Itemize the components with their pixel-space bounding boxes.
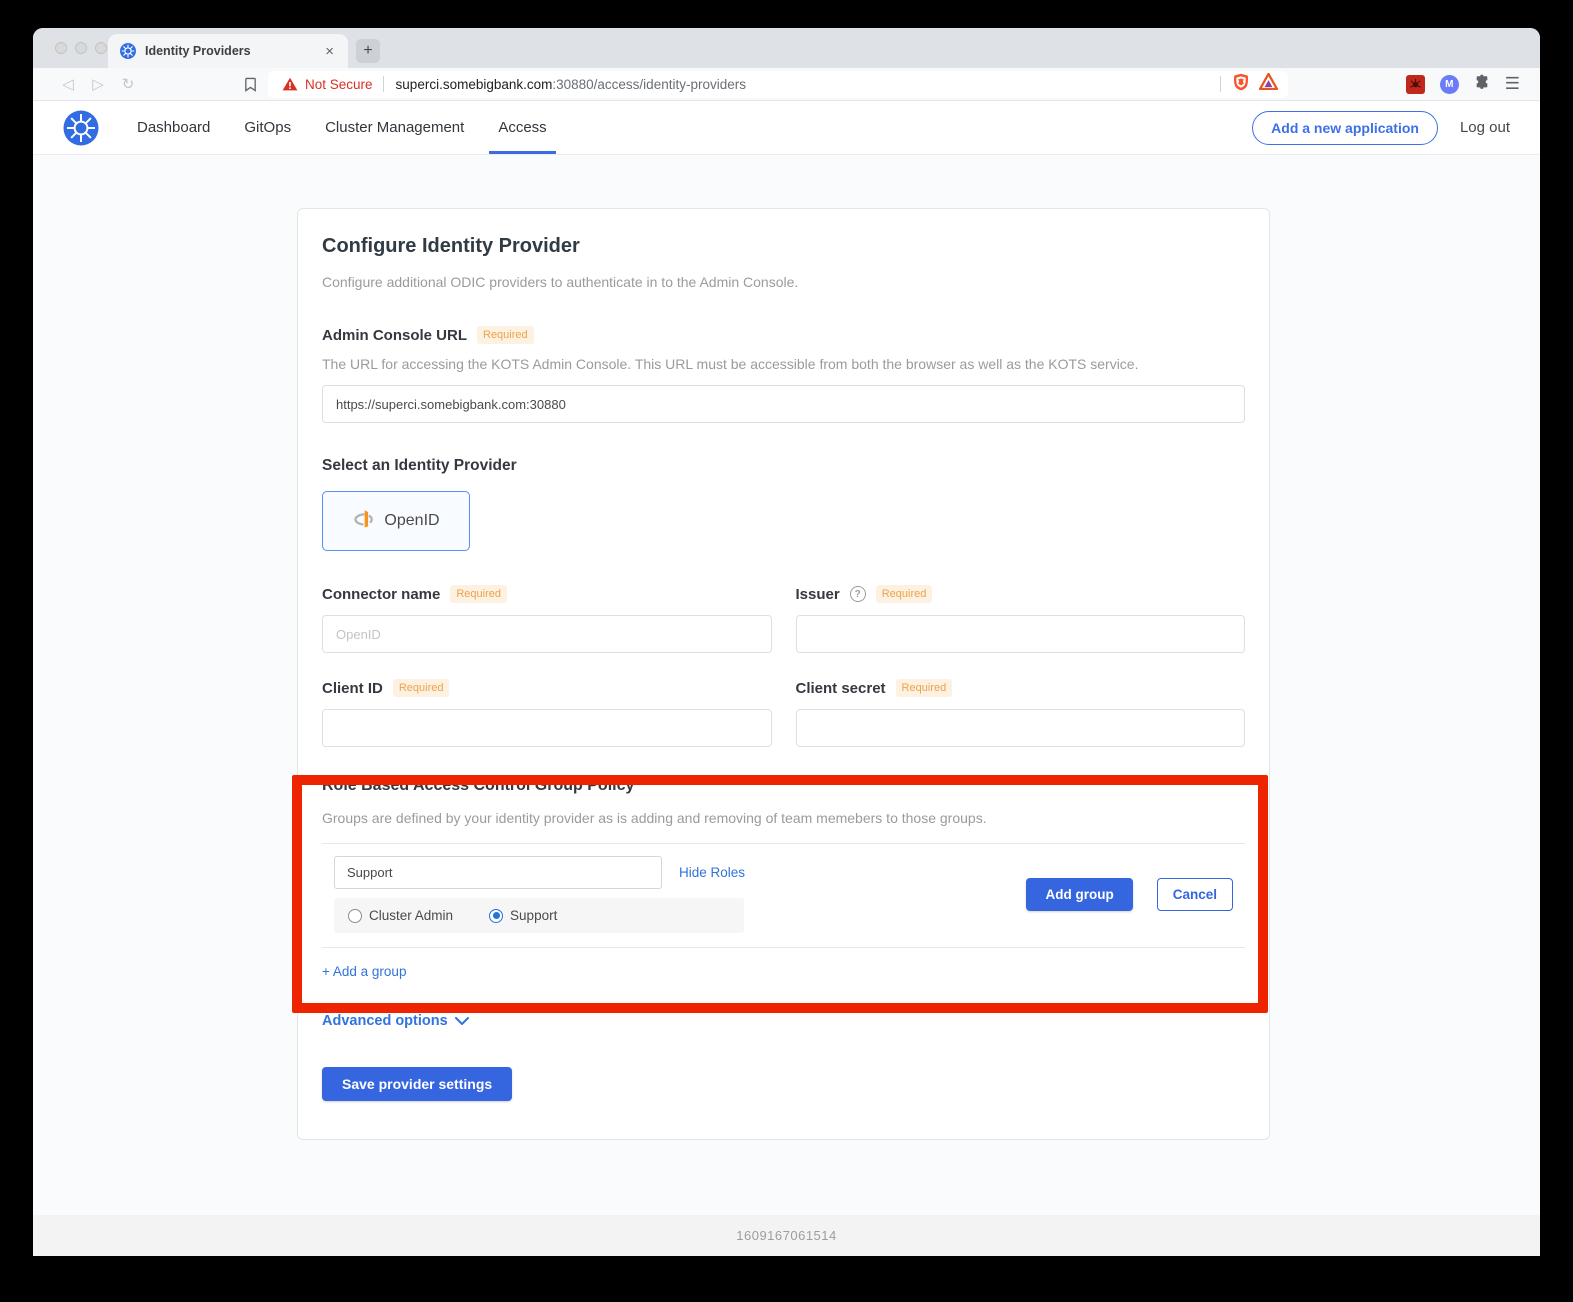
required-badge: Required [477, 326, 534, 344]
bookmark-icon[interactable] [243, 77, 258, 92]
client-id-input[interactable] [322, 709, 772, 747]
openid-label: OpenID [384, 512, 439, 530]
page-background: Configure Identity Provider Configure ad… [33, 155, 1540, 1215]
openid-logo-icon [352, 507, 375, 535]
client-id-label: Client ID [322, 680, 383, 697]
divider [1220, 76, 1221, 92]
kubernetes-logo [63, 110, 99, 146]
issuer-field: Issuer ? Required [796, 585, 1246, 653]
reload-icon[interactable]: ↻ [113, 75, 143, 93]
radio-checked-icon[interactable] [489, 909, 503, 923]
add-new-application-button[interactable]: Add a new application [1252, 111, 1438, 145]
required-badge: Required [896, 679, 953, 697]
role-option-cluster-admin[interactable]: Cluster Admin [348, 908, 453, 923]
nav-item-access[interactable]: Access [498, 101, 546, 154]
advanced-options-label: Advanced options [322, 1013, 448, 1029]
m-extension-icon[interactable]: M [1440, 75, 1459, 94]
client-id-field: Client ID Required [322, 679, 772, 747]
footer-bar: 1609167061514 [33, 1215, 1540, 1256]
connector-name-input[interactable] [322, 615, 772, 653]
window-controls [55, 42, 107, 54]
back-icon[interactable]: ◁ [53, 75, 83, 93]
rbac-title: Role Based Access Control Group Policy [322, 777, 1245, 795]
url-path: :30880/access/identity-providers [552, 77, 746, 92]
nav-item-gitops[interactable]: GitOps [244, 101, 291, 154]
primary-nav: Dashboard GitOps Cluster Management Acce… [137, 101, 547, 154]
forward-icon[interactable]: ▷ [83, 75, 113, 93]
issuer-label: Issuer [796, 586, 840, 603]
url-host: superci.somebigbank.com [396, 77, 553, 92]
window-close-button[interactable] [55, 42, 67, 54]
help-icon[interactable]: ? [850, 586, 866, 602]
page-subtitle: Configure additional ODIC providers to a… [322, 274, 1245, 290]
not-secure-label: Not Secure [305, 77, 373, 92]
connector-name-label: Connector name [322, 586, 440, 603]
window-maximize-button[interactable] [95, 42, 107, 54]
group-editor-row: Hide Roles Cluster Admin Support [322, 844, 1245, 947]
rbac-section: Role Based Access Control Group Policy G… [322, 777, 1245, 989]
advanced-options-toggle[interactable]: Advanced options [322, 1013, 1245, 1029]
divider [383, 76, 384, 92]
role-option-support[interactable]: Support [489, 908, 557, 923]
menu-icon[interactable]: ☰ [1505, 74, 1520, 94]
select-identity-provider-label: Select an Identity Provider [322, 457, 1245, 475]
tab-title: Identity Providers [145, 44, 321, 58]
save-provider-settings-button[interactable]: Save provider settings [322, 1067, 512, 1101]
tab-close-icon[interactable]: × [321, 42, 338, 61]
cancel-button[interactable]: Cancel [1157, 878, 1233, 911]
group-name-input[interactable] [334, 856, 662, 889]
hide-roles-link[interactable]: Hide Roles [679, 865, 745, 880]
admin-console-url-label: Admin Console URL [322, 327, 467, 344]
add-group-button[interactable]: Add group [1026, 878, 1132, 911]
client-secret-input[interactable] [796, 709, 1246, 747]
logout-link[interactable]: Log out [1460, 119, 1510, 136]
client-secret-label: Client secret [796, 680, 886, 697]
browser-window: Identity Providers × + ◁ ▷ ↻ Not Secure … [33, 28, 1540, 1256]
desktop-background: Identity Providers × + ◁ ▷ ↻ Not Secure … [0, 0, 1573, 1302]
radio-unchecked-icon[interactable] [348, 909, 362, 923]
required-badge: Required [876, 585, 933, 603]
connector-name-field: Connector name Required [322, 585, 772, 653]
rbac-subtitle: Groups are defined by your identity prov… [322, 810, 1245, 826]
admin-console-url-help: The URL for accessing the KOTS Admin Con… [322, 356, 1245, 372]
required-badge: Required [393, 679, 450, 697]
kubernetes-favicon [120, 43, 136, 59]
divider [322, 947, 1245, 948]
new-tab-button[interactable]: + [356, 39, 380, 63]
admin-console-url-input[interactable] [322, 385, 1245, 423]
red-extension-icon[interactable] [1406, 75, 1425, 94]
window-minimize-button[interactable] [75, 42, 87, 54]
brave-rewards-triangle-icon[interactable] [1259, 73, 1278, 95]
warning-icon [282, 77, 298, 91]
url-text: superci.somebigbank.com:30880/access/ide… [396, 77, 1210, 92]
address-bar[interactable]: Not Secure superci.somebigbank.com:30880… [268, 71, 1288, 98]
role-label: Cluster Admin [369, 908, 453, 923]
footer-timestamp: 1609167061514 [736, 1228, 837, 1243]
page-title: Configure Identity Provider [322, 235, 1245, 258]
browser-tab-strip: Identity Providers × + [33, 28, 1540, 68]
configure-identity-provider-card: Configure Identity Provider Configure ad… [297, 208, 1270, 1140]
brave-shield-icon[interactable] [1233, 73, 1249, 96]
nav-item-dashboard[interactable]: Dashboard [137, 101, 210, 154]
extension-area: M ☰ [1406, 74, 1520, 95]
client-secret-field: Client secret Required [796, 679, 1246, 747]
role-label: Support [510, 908, 557, 923]
browser-tab[interactable]: Identity Providers × [108, 34, 348, 68]
issuer-input[interactable] [796, 615, 1246, 653]
browser-toolbar: ◁ ▷ ↻ Not Secure superci.somebigbank.com… [33, 68, 1540, 101]
openid-provider-card[interactable]: OpenID [322, 491, 470, 551]
app-header: Dashboard GitOps Cluster Management Acce… [33, 101, 1540, 155]
required-badge: Required [450, 585, 507, 603]
chevron-down-icon [455, 1013, 469, 1029]
nav-item-cluster-management[interactable]: Cluster Management [325, 101, 464, 154]
puzzle-extensions-icon[interactable] [1474, 74, 1490, 95]
add-a-group-link[interactable]: + Add a group [322, 964, 406, 979]
roles-box: Cluster Admin Support [334, 898, 744, 933]
